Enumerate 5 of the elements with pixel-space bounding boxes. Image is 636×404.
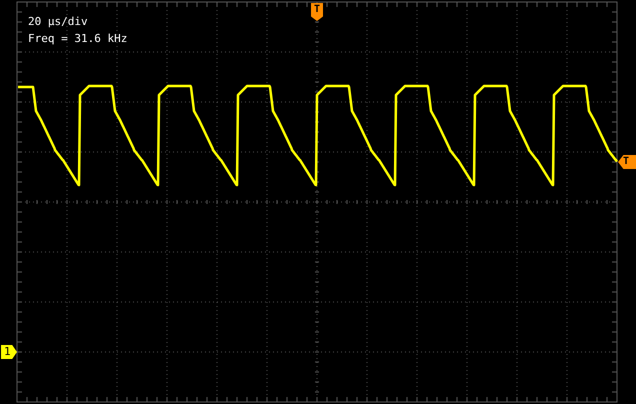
trigger-level-marker[interactable]: T: [618, 155, 636, 169]
trigger-position-marker[interactable]: T: [311, 3, 323, 21]
timebase-readout: 20 µs/div: [28, 14, 89, 30]
channel-marker[interactable]: 1: [1, 345, 17, 359]
frequency-readout: Freq = 31.6 kHz: [28, 31, 128, 47]
